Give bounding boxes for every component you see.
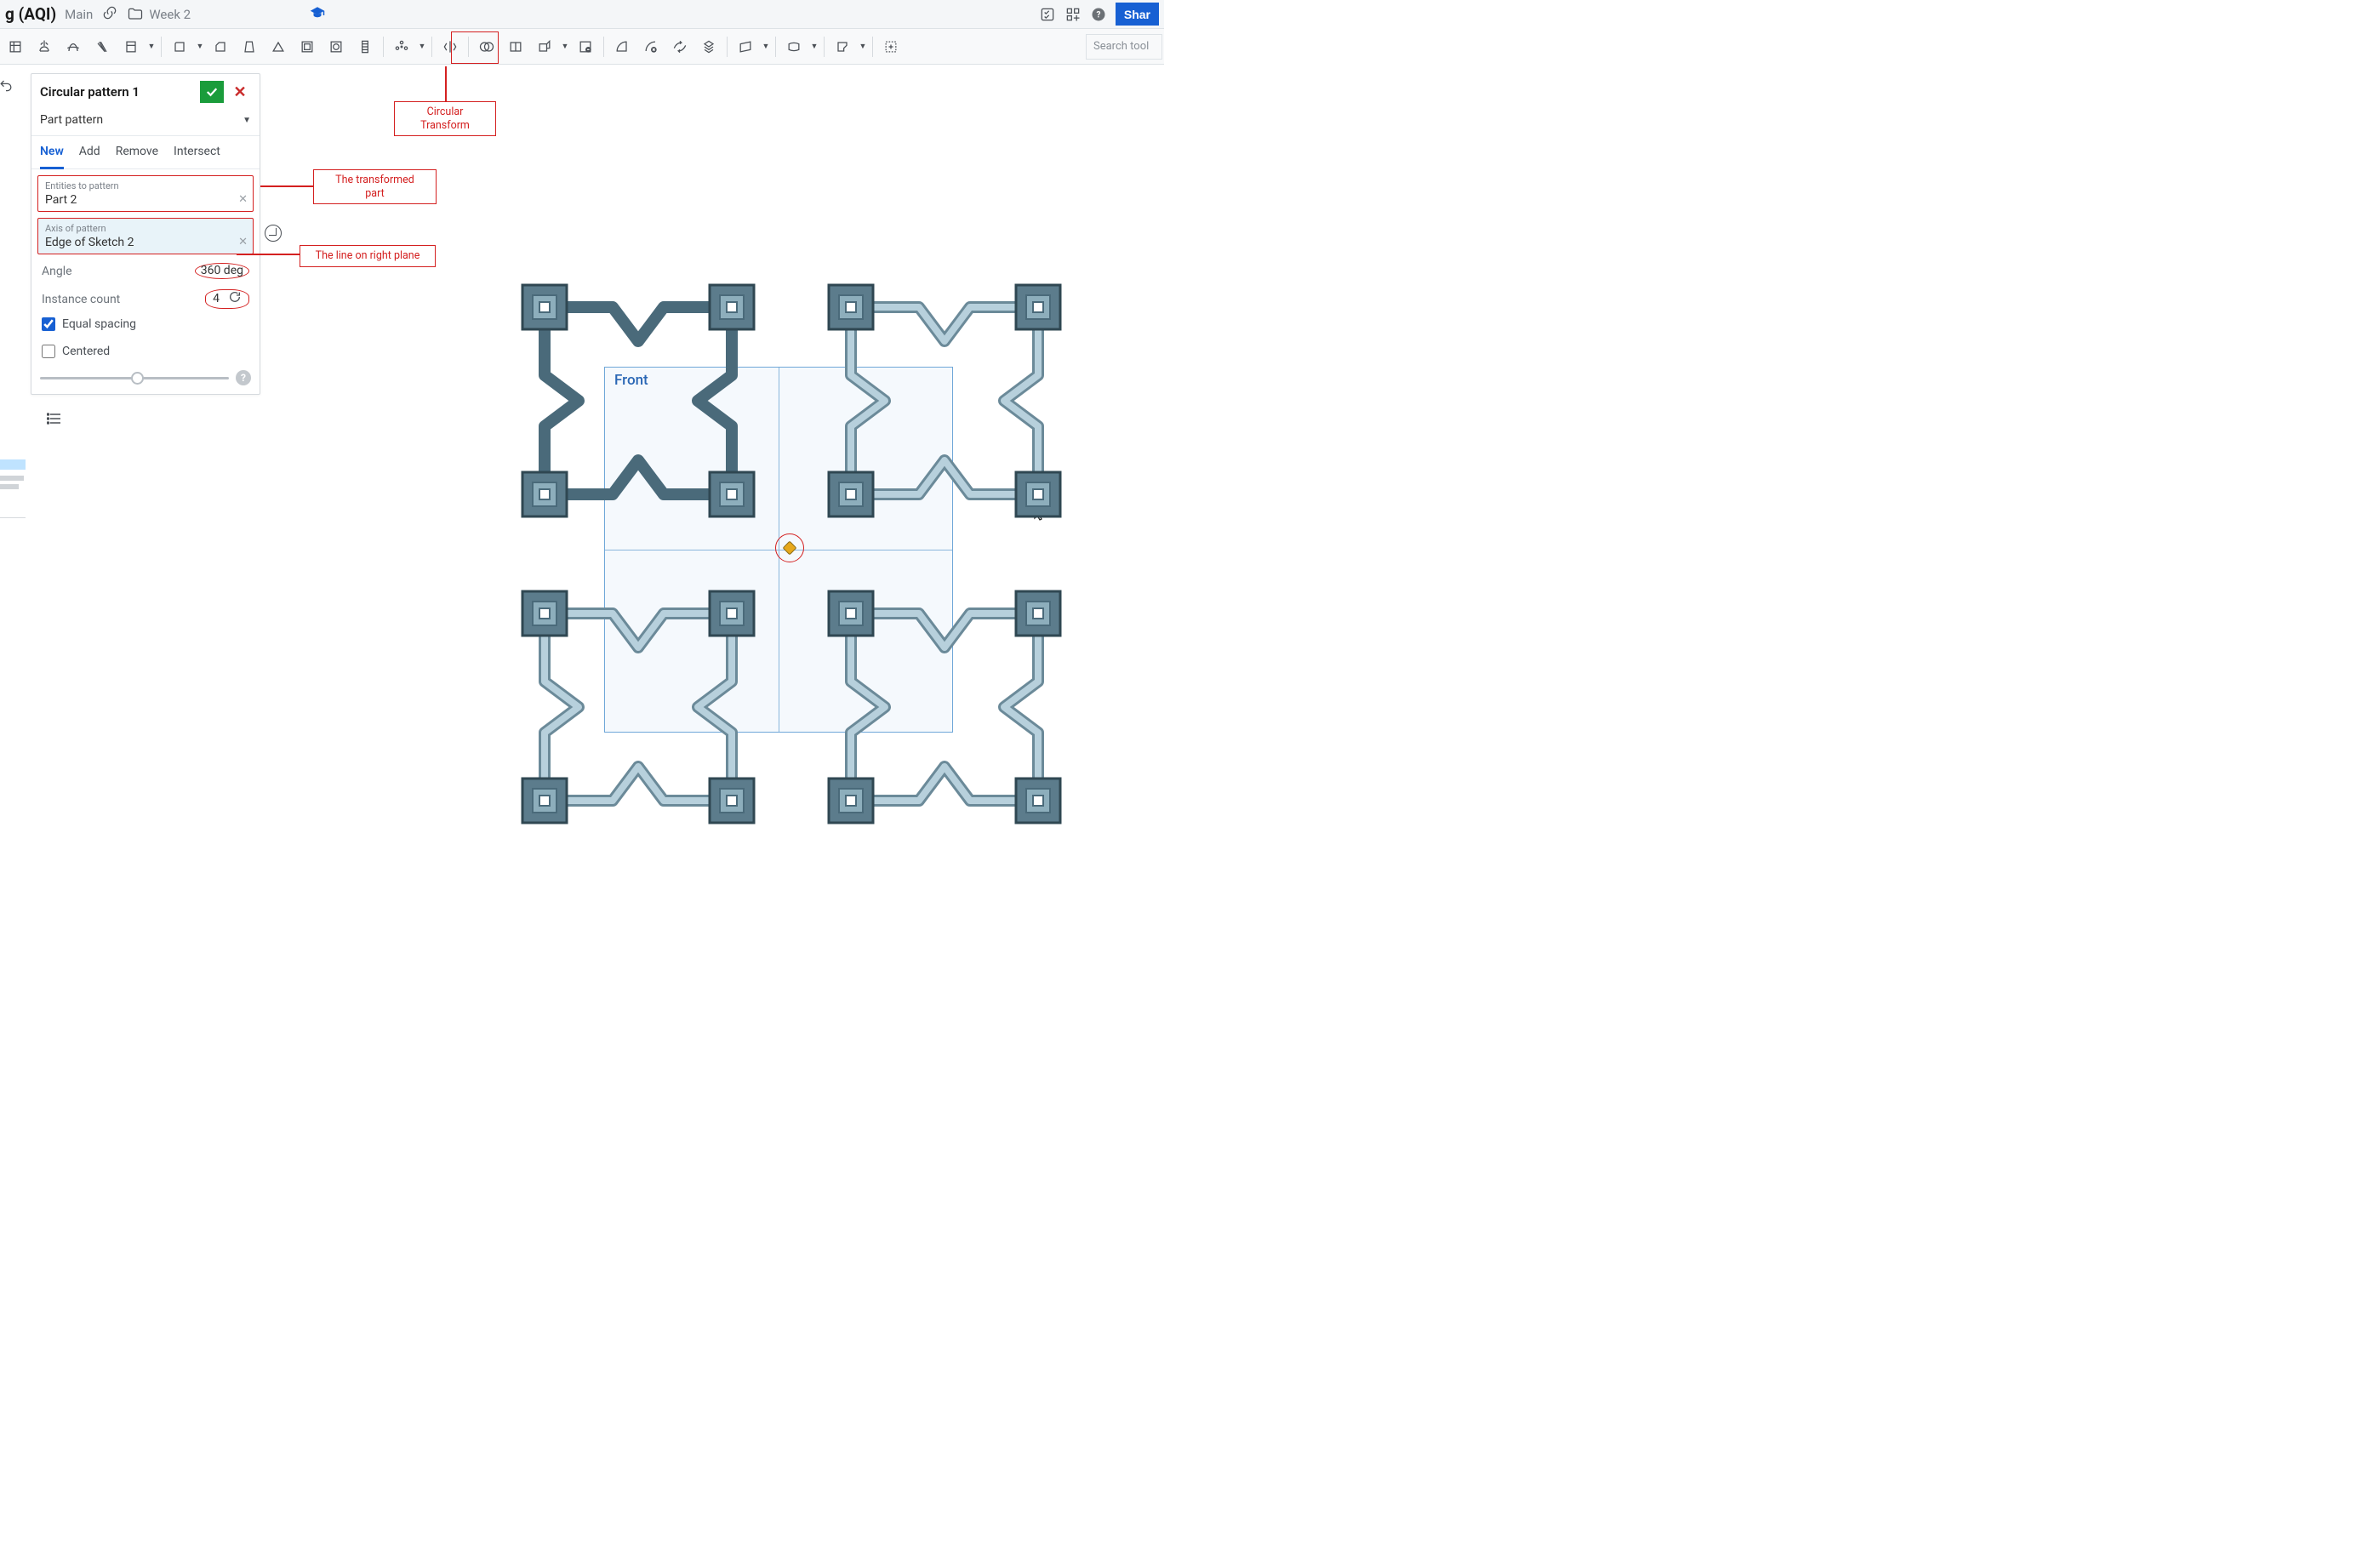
axis-field[interactable]: Axis of pattern Edge of Sketch 2 ✕: [37, 218, 254, 254]
pattern-instance[interactable]: [498, 260, 779, 541]
entities-field[interactable]: Entities to pattern Part 2 ✕: [37, 175, 254, 212]
education-icon[interactable]: [310, 5, 325, 24]
centered-checkbox[interactable]: Centered: [31, 338, 260, 365]
equal-spacing-checkbox[interactable]: Equal spacing: [31, 311, 260, 338]
search-tools-input[interactable]: Search tool: [1086, 34, 1162, 60]
tool-revolve-icon[interactable]: [60, 33, 87, 60]
operation-tabs: New Add Remove Intersect: [31, 136, 260, 169]
chevron-down-icon: ▼: [243, 116, 251, 125]
pattern-instance[interactable]: [498, 567, 779, 847]
tool-dropdown-icon[interactable]: ▼: [761, 42, 771, 51]
tool-chamfer-icon[interactable]: [207, 33, 234, 60]
tab-new[interactable]: New: [40, 136, 64, 169]
circular-pattern-dialog: Circular pattern 1 ✕ Part pattern ▼ New …: [31, 73, 260, 395]
annotation-label: The line on right plane: [300, 245, 436, 267]
opacity-slider[interactable]: [40, 377, 229, 379]
tool-delete-face-icon[interactable]: [572, 33, 599, 60]
tool-sheetmetal-icon[interactable]: [829, 33, 856, 60]
tool-delete-part-icon[interactable]: [637, 33, 665, 60]
tool-sketch-icon[interactable]: [2, 33, 29, 60]
angle-row: Angle 360 deg: [31, 254, 260, 281]
svg-text:?: ?: [1096, 10, 1100, 20]
angle-input[interactable]: 360 deg: [195, 263, 249, 279]
tool-split-icon[interactable]: [502, 33, 529, 60]
tool-modify-fillet-icon[interactable]: [608, 33, 636, 60]
pattern-type-select[interactable]: Part pattern ▼: [31, 110, 260, 136]
dialog-title: Circular pattern 1: [40, 84, 195, 100]
undo-icon[interactable]: [0, 74, 14, 96]
tool-boolean-icon[interactable]: [473, 33, 500, 60]
tool-surface-icon[interactable]: [780, 33, 808, 60]
folder-icon: [127, 6, 144, 23]
feature-tree-item[interactable]: [0, 459, 26, 470]
cancel-button[interactable]: ✕: [229, 81, 251, 103]
tool-hole-icon[interactable]: [322, 33, 350, 60]
pattern-instance[interactable]: [804, 260, 1085, 541]
tool-thread-icon[interactable]: [351, 33, 379, 60]
rotate-direction-icon[interactable]: [228, 290, 242, 307]
branch-label[interactable]: Main: [65, 7, 93, 22]
instance-count-input[interactable]: 4: [213, 292, 220, 305]
help-gear-icon[interactable]: ?: [1090, 6, 1107, 23]
tool-transform-icon[interactable]: [531, 33, 558, 60]
feature-tree-item[interactable]: [0, 484, 19, 489]
folder-breadcrumb[interactable]: Week 2: [127, 6, 191, 23]
tool-shell-icon[interactable]: [294, 33, 321, 60]
pattern-instance[interactable]: [804, 567, 1085, 847]
tool-extrude-icon[interactable]: [31, 33, 58, 60]
tool-rib-icon[interactable]: [265, 33, 292, 60]
tool-fillet-icon[interactable]: [166, 33, 193, 60]
tool-dropdown-icon[interactable]: ▼: [195, 42, 205, 51]
tool-dropdown-icon[interactable]: ▼: [809, 42, 819, 51]
share-button[interactable]: Shar: [1116, 3, 1159, 26]
apps-icon[interactable]: [1064, 6, 1082, 23]
3d-viewport[interactable]: Front 1: [485, 252, 1072, 830]
clear-icon[interactable]: ✕: [238, 193, 248, 206]
tool-dropdown-icon[interactable]: ▼: [146, 42, 157, 51]
mate-connector-icon[interactable]: [265, 225, 282, 242]
tool-sweep-icon[interactable]: [88, 33, 116, 60]
feature-list-icon[interactable]: [47, 412, 62, 425]
tool-draft-icon[interactable]: [236, 33, 263, 60]
instance-count-row: Instance count 4: [31, 281, 260, 311]
confirm-button[interactable]: [200, 81, 224, 103]
tool-dropdown-icon[interactable]: ▼: [858, 42, 868, 51]
clear-icon[interactable]: ✕: [238, 236, 248, 248]
tool-replace-face-icon[interactable]: [695, 33, 722, 60]
tab-intersect[interactable]: Intersect: [174, 136, 220, 168]
tool-circular-pattern-icon[interactable]: [388, 33, 415, 60]
tab-remove[interactable]: Remove: [116, 136, 158, 168]
tab-add[interactable]: Add: [79, 136, 100, 168]
help-icon[interactable]: ?: [236, 370, 251, 385]
tool-move-face-icon[interactable]: [666, 33, 693, 60]
document-title: g (AQI): [5, 4, 56, 24]
annotation-label: The transformed part: [313, 169, 437, 204]
top-bar: g (AQI) Main Week 2 ? Shar: [0, 0, 1164, 29]
feature-toolbar: ▼ ▼ ▼ ▼ ▼ ▼ ▼ Search tool: [0, 29, 1164, 65]
tool-dropdown-icon[interactable]: ▼: [417, 42, 427, 51]
checklist-icon[interactable]: [1039, 6, 1056, 23]
tool-dropdown-icon[interactable]: ▼: [560, 42, 570, 51]
tool-mirror-icon[interactable]: [437, 33, 464, 60]
tool-frame-icon[interactable]: [877, 33, 905, 60]
annotation-label: Circular Transform: [394, 101, 496, 136]
feature-tree-item[interactable]: [0, 476, 24, 481]
link-icon[interactable]: [101, 4, 118, 25]
tool-loft-icon[interactable]: [117, 33, 145, 60]
tool-plane-icon[interactable]: [732, 33, 759, 60]
